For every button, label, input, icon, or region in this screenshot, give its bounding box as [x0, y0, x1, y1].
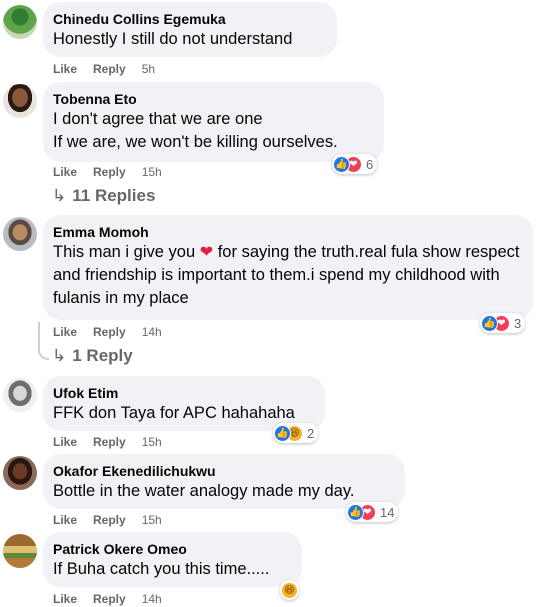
- replies-count: 1 Reply: [72, 346, 133, 365]
- comment-text: This man i give you ❤ for saying the tru…: [53, 241, 521, 310]
- comment-author[interactable]: Okafor Ekenedilichukwu: [53, 462, 393, 480]
- heart-emoji-icon: ❤: [199, 244, 214, 261]
- comment-bubble: Tobenna Eto I don't agree that we are on…: [43, 82, 384, 162]
- view-replies-link[interactable]: ↳ 11 Replies: [52, 186, 155, 206]
- like-button[interactable]: Like: [53, 592, 77, 606]
- avatar[interactable]: [3, 378, 37, 412]
- like-reaction-icon: 👍: [481, 314, 498, 332]
- reaction-count: 6: [366, 156, 374, 172]
- comment-text-part: This man i give you: [53, 243, 200, 261]
- like-button[interactable]: Like: [53, 62, 77, 76]
- comment-timestamp[interactable]: 15h: [142, 435, 162, 449]
- replies-count: 11 Replies: [72, 186, 156, 205]
- comment-author[interactable]: Patrick Okere Omeo: [53, 540, 290, 558]
- comment-author[interactable]: Tobenna Eto: [53, 90, 372, 108]
- comment-bubble: Chinedu Collins Egemuka Honestly I still…: [43, 2, 337, 57]
- haha-reaction-icon: 😆: [281, 581, 298, 599]
- comment-actions: Like Reply 5h: [53, 62, 171, 76]
- comment-actions: Like Reply 15h: [53, 513, 178, 527]
- comment-bubble: Okafor Ekenedilichukwu Bottle in the wat…: [43, 454, 405, 509]
- reaction-summary[interactable]: 😆: [280, 580, 299, 600]
- comment-bubble: Patrick Okere Omeo If Buha catch you thi…: [43, 532, 302, 587]
- like-button[interactable]: Like: [53, 325, 77, 339]
- comment-text: Honestly I still do not understand: [53, 30, 293, 48]
- reply-button[interactable]: Reply: [93, 62, 126, 76]
- comment-text: I don't agree that we are one If we are,…: [53, 110, 338, 151]
- reaction-summary[interactable]: 👍 ❤ 6: [332, 154, 378, 174]
- comment-actions: Like Reply 15h: [53, 165, 178, 179]
- like-button[interactable]: Like: [53, 165, 77, 179]
- avatar[interactable]: [3, 217, 37, 251]
- comment-text: If Buha catch you this time.....: [53, 560, 270, 578]
- reaction-summary[interactable]: 👍 ❤ 14: [346, 502, 399, 522]
- comment-author[interactable]: Emma Momoh: [53, 223, 521, 241]
- reply-button[interactable]: Reply: [93, 513, 126, 527]
- reply-button[interactable]: Reply: [93, 325, 126, 339]
- reply-button[interactable]: Reply: [93, 435, 126, 449]
- avatar[interactable]: [3, 84, 37, 118]
- like-reaction-icon: 👍: [333, 155, 350, 173]
- avatar[interactable]: [3, 5, 37, 39]
- view-replies-link[interactable]: ↳ 1 Reply: [52, 346, 133, 366]
- reaction-count: 2: [307, 425, 315, 441]
- like-reaction-icon: 👍: [347, 503, 364, 521]
- comment-timestamp[interactable]: 15h: [142, 513, 162, 527]
- comment-actions: Like Reply 14h: [53, 592, 178, 606]
- comment-actions: Like Reply 14h: [53, 325, 178, 339]
- comment-actions: Like Reply 15h: [53, 435, 178, 449]
- comment-author[interactable]: Ufok Etim: [53, 384, 313, 402]
- comment-text: FFK don Taya for APC hahahaha: [53, 404, 295, 422]
- reply-button[interactable]: Reply: [93, 165, 126, 179]
- avatar[interactable]: [3, 456, 37, 490]
- reaction-summary[interactable]: 👍 ❤ 3: [480, 313, 526, 333]
- reaction-count: 14: [380, 504, 395, 520]
- comment-bubble: Emma Momoh This man i give you ❤ for say…: [43, 215, 533, 320]
- like-button[interactable]: Like: [53, 513, 77, 527]
- comment-author[interactable]: Chinedu Collins Egemuka: [53, 10, 325, 28]
- comment-timestamp[interactable]: 14h: [142, 325, 162, 339]
- reaction-summary[interactable]: 👍 😆 2: [273, 423, 319, 443]
- thread-line: [38, 322, 49, 360]
- like-button[interactable]: Like: [53, 435, 77, 449]
- avatar[interactable]: [3, 534, 37, 568]
- reaction-count: 3: [514, 315, 522, 331]
- reply-arrow-icon: ↳: [52, 186, 67, 205]
- comment-text: Bottle in the water analogy made my day.: [53, 482, 355, 500]
- comment-timestamp[interactable]: 15h: [142, 165, 162, 179]
- comment-timestamp[interactable]: 14h: [142, 592, 162, 606]
- comment-timestamp[interactable]: 5h: [142, 62, 155, 76]
- reply-arrow-icon: ↳: [52, 346, 67, 365]
- like-reaction-icon: 👍: [274, 424, 291, 442]
- reply-button[interactable]: Reply: [93, 592, 126, 606]
